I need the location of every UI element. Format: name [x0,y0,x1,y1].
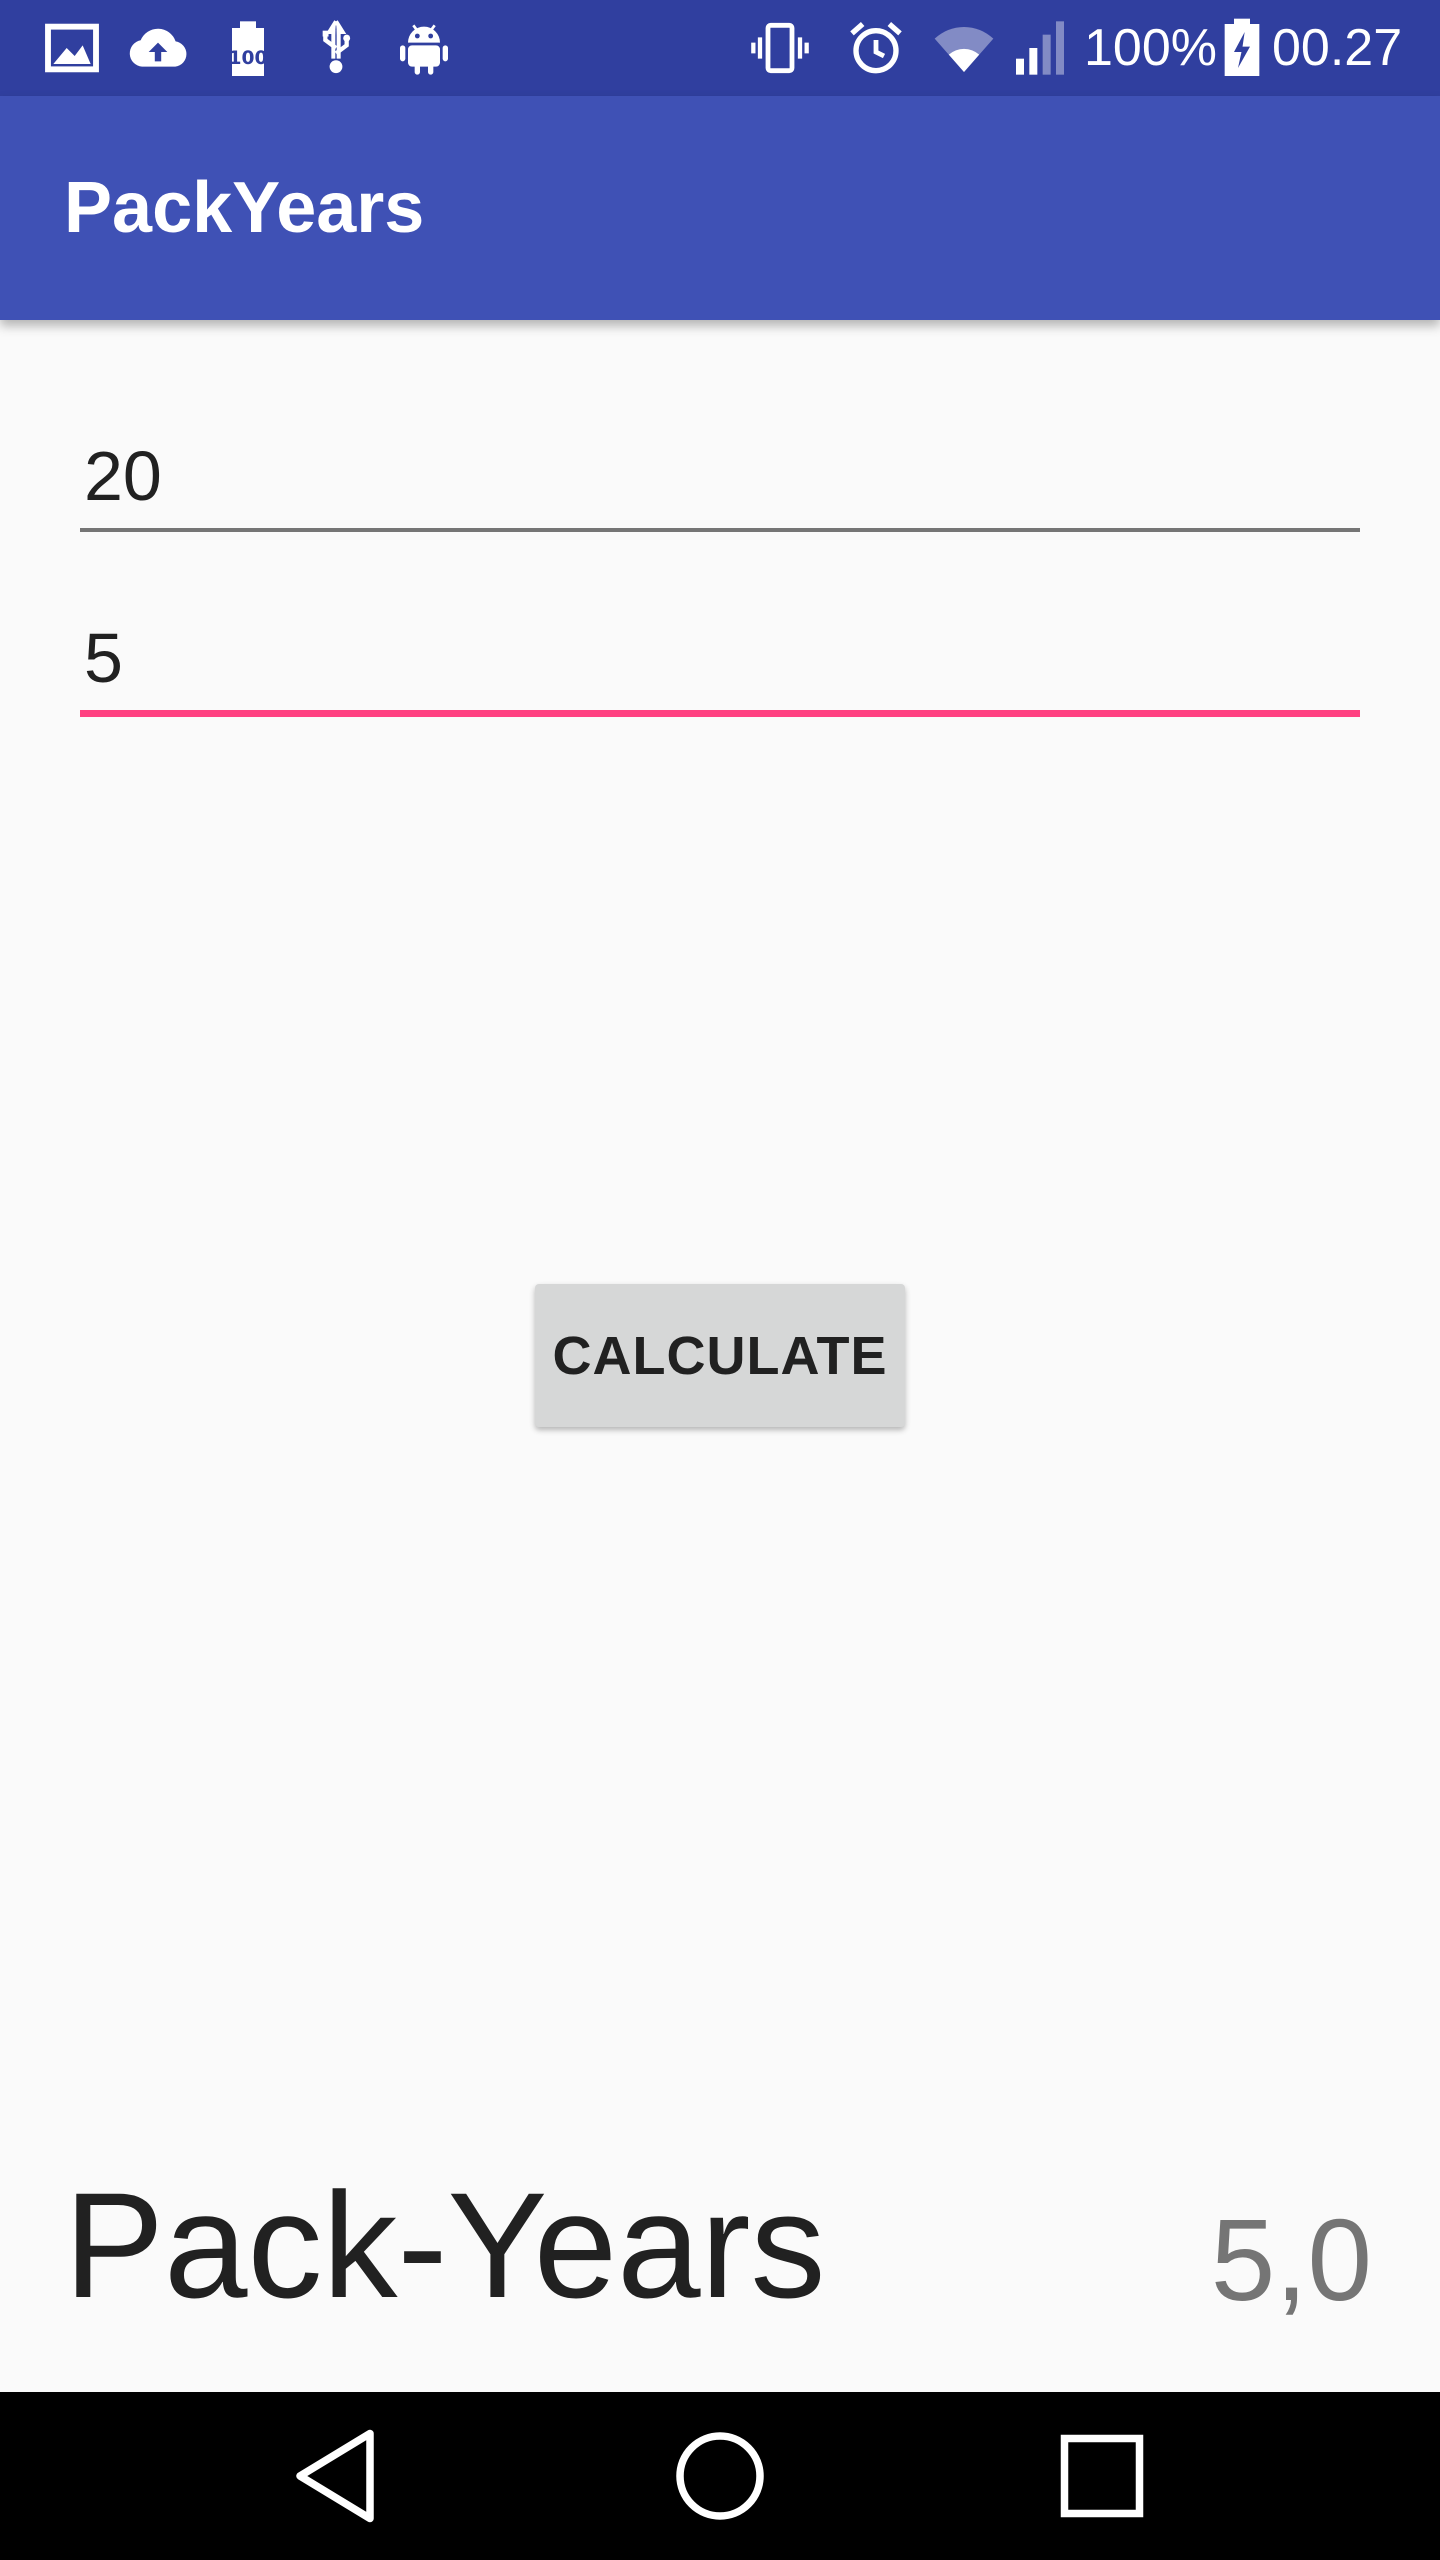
result-label: Pack-Years [64,2161,826,2329]
packs-per-day-underline [80,528,1360,532]
years-smoked-input[interactable] [80,598,1360,718]
back-icon[interactable] [280,2416,400,2536]
battery-charging-icon [1222,16,1262,80]
battery-percent: 100% [1084,19,1217,77]
navigation-bar [0,2392,1440,2560]
alarm-icon [844,16,908,80]
home-icon[interactable] [660,2416,780,2536]
packs-per-day-field[interactable] [80,416,1360,536]
cell-signal-icon [1008,16,1072,80]
years-smoked-underline [80,710,1360,717]
recents-icon[interactable] [1042,2416,1162,2536]
cloud-upload-icon [126,16,190,80]
calculate-button[interactable]: CALCULATE [535,1284,905,1427]
app-bar: PackYears [0,96,1440,320]
status-bar: 100 100% 00.27 [0,0,1440,96]
packs-per-day-input[interactable] [80,416,1360,536]
wifi-icon [932,16,996,80]
vibrate-icon [748,16,812,80]
usb-icon [304,16,368,80]
clock: 00.27 [1272,19,1403,77]
svg-text:100: 100 [229,48,268,69]
app-title: PackYears [64,168,425,248]
result-value: 5,0 [1210,2195,1372,2325]
battery-100-icon: 100 [216,16,280,80]
years-smoked-field[interactable] [80,598,1360,718]
image-icon [40,16,104,80]
android-debug-icon [392,16,456,80]
